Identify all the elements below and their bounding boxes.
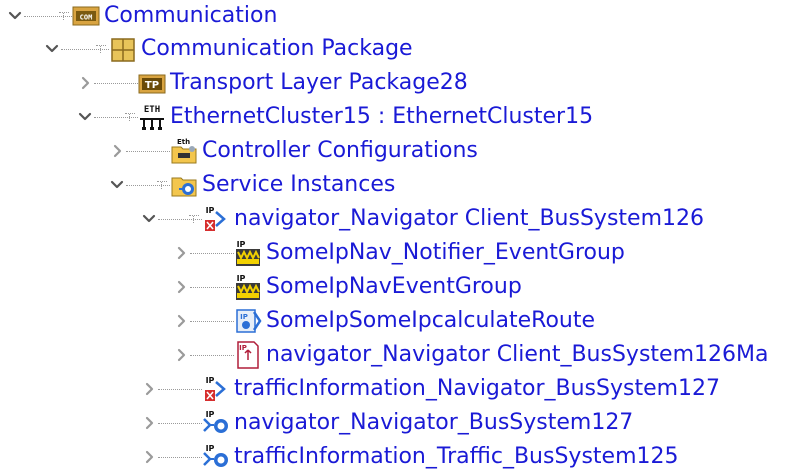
service-instances-folder-icon: [170, 170, 198, 200]
tree-connector: [158, 372, 202, 406]
chevron-down-icon[interactable]: [140, 202, 158, 236]
ip-icon-text: IP: [240, 313, 248, 321]
chevron-right-icon[interactable]: [172, 304, 190, 338]
tree-node-ethernet-cluster[interactable]: ETH EthernetCluster15 : EthernetCluster1…: [76, 100, 593, 134]
service-tree: COM Communication Communication Package …: [0, 0, 786, 473]
tp-package-icon: TP: [138, 68, 166, 98]
tree-connector: [126, 168, 170, 202]
tree-node-communication-package[interactable]: Communication Package: [43, 32, 413, 66]
event-group-icon: IP: [234, 272, 262, 302]
tree-connector: [94, 100, 138, 134]
tree-node-label[interactable]: Controller Configurations: [202, 134, 478, 168]
tree-connector: [190, 338, 234, 372]
tree-connector: [61, 32, 109, 66]
eth-icon-text: ETH: [144, 105, 160, 115]
tree-node-navigator-client-126-ma[interactable]: IP navigator_Navigator Client_BusSystem1…: [172, 338, 768, 372]
tree-connector: [158, 202, 202, 236]
tree-node-label[interactable]: Communication Package: [141, 32, 413, 66]
tree-node-communication[interactable]: COM Communication: [6, 0, 277, 33]
tree-connector: [24, 0, 72, 33]
ip-icon-text: IP: [237, 240, 246, 249]
ip-provided-service-icon: IP: [202, 408, 230, 438]
ip-icon-text: IP: [206, 206, 215, 215]
chevron-right-icon[interactable]: [172, 270, 190, 304]
chevron-down-icon[interactable]: [6, 0, 24, 33]
tree-node-label[interactable]: navigator_Navigator_BusSystem127: [234, 406, 633, 440]
ip-icon-text: IP: [239, 344, 247, 352]
ethernet-cluster-icon: ETH: [138, 102, 166, 132]
tree-node-label[interactable]: navigator_Navigator Client_BusSystem126: [234, 202, 704, 236]
tree-node-label[interactable]: Service Instances: [202, 168, 395, 202]
tree-node-service-instances[interactable]: Service Instances: [108, 168, 395, 202]
tree-node-transport-layer-package[interactable]: TP Transport Layer Package28: [76, 66, 468, 100]
chevron-down-icon[interactable]: [76, 100, 94, 134]
ip-client-service-icon: IP: [202, 204, 230, 234]
ip-icon-text: IP: [206, 376, 215, 385]
package-icon: [109, 34, 137, 64]
method-icon: IP: [234, 306, 262, 336]
tree-connector: [158, 440, 202, 474]
ip-client-service-icon: IP: [202, 374, 230, 404]
chevron-right-icon[interactable]: [76, 66, 94, 100]
tree-connector: [126, 134, 170, 168]
ip-icon-text: IP: [206, 444, 215, 453]
com-icon-text: COM: [80, 14, 93, 22]
chevron-right-icon[interactable]: [108, 134, 126, 168]
tree-node-traffic-navigator-127[interactable]: IP trafficInformation_Navigator_BusSyste…: [140, 372, 720, 406]
ip-icon-text: IP: [237, 274, 246, 283]
event-group-icon: IP: [234, 238, 262, 268]
tree-node-label[interactable]: SomeIpSomeIpcalculateRoute: [266, 304, 595, 338]
tp-icon-text: TP: [145, 80, 159, 91]
tree-connector: [190, 270, 234, 304]
tree-connector: [158, 406, 202, 440]
tree-connector: [190, 304, 234, 338]
chevron-right-icon[interactable]: [140, 440, 158, 474]
tree-node-controller-configurations[interactable]: Eth Controller Configurations: [108, 134, 478, 168]
chevron-right-icon[interactable]: [172, 338, 190, 372]
tree-node-label[interactable]: trafficInformation_Navigator_BusSystem12…: [234, 372, 720, 406]
tree-node-calculate-route[interactable]: IP SomeIpSomeIpcalculateRoute: [172, 304, 595, 338]
chevron-down-icon[interactable]: [108, 168, 126, 202]
controller-config-folder-icon: Eth: [170, 136, 198, 166]
tree-node-label[interactable]: Communication: [104, 0, 277, 33]
ip-provided-service-icon: IP: [202, 442, 230, 472]
tree-connector: [190, 236, 234, 270]
tree-node-label[interactable]: Transport Layer Package28: [170, 66, 468, 100]
tree-node-label[interactable]: navigator_Navigator Client_BusSystem126M…: [266, 338, 768, 372]
tree-node-label[interactable]: SomeIpNav_Notifier_EventGroup: [266, 236, 625, 270]
chevron-right-icon[interactable]: [140, 406, 158, 440]
tree-node-navigator-127[interactable]: IP navigator_Navigator_BusSystem127: [140, 406, 633, 440]
com-folder-icon: COM: [72, 1, 100, 31]
chevron-right-icon[interactable]: [140, 372, 158, 406]
tree-node-navigator-client-126[interactable]: IP navigator_Navigator Client_BusSystem1…: [140, 202, 704, 236]
tree-node-label[interactable]: EthernetCluster15 : EthernetCluster15: [170, 100, 593, 134]
tree-connector: [94, 66, 138, 100]
tree-node-notifier-eventgroup[interactable]: IP SomeIpNav_Notifier_EventGroup: [172, 236, 625, 270]
tree-node-nav-eventgroup[interactable]: IP SomeIpNavEventGroup: [172, 270, 522, 304]
tree-node-traffic-125[interactable]: IP trafficInformation_Traffic_BusSystem1…: [140, 440, 679, 474]
eth-small-icon-text: Eth: [177, 138, 190, 146]
tree-node-label[interactable]: SomeIpNavEventGroup: [266, 270, 522, 304]
tree-node-label[interactable]: trafficInformation_Traffic_BusSystem125: [234, 440, 679, 474]
ip-doc-icon: IP: [234, 340, 262, 370]
chevron-down-icon[interactable]: [43, 32, 61, 66]
ip-icon-text: IP: [206, 410, 215, 419]
chevron-right-icon[interactable]: [172, 236, 190, 270]
